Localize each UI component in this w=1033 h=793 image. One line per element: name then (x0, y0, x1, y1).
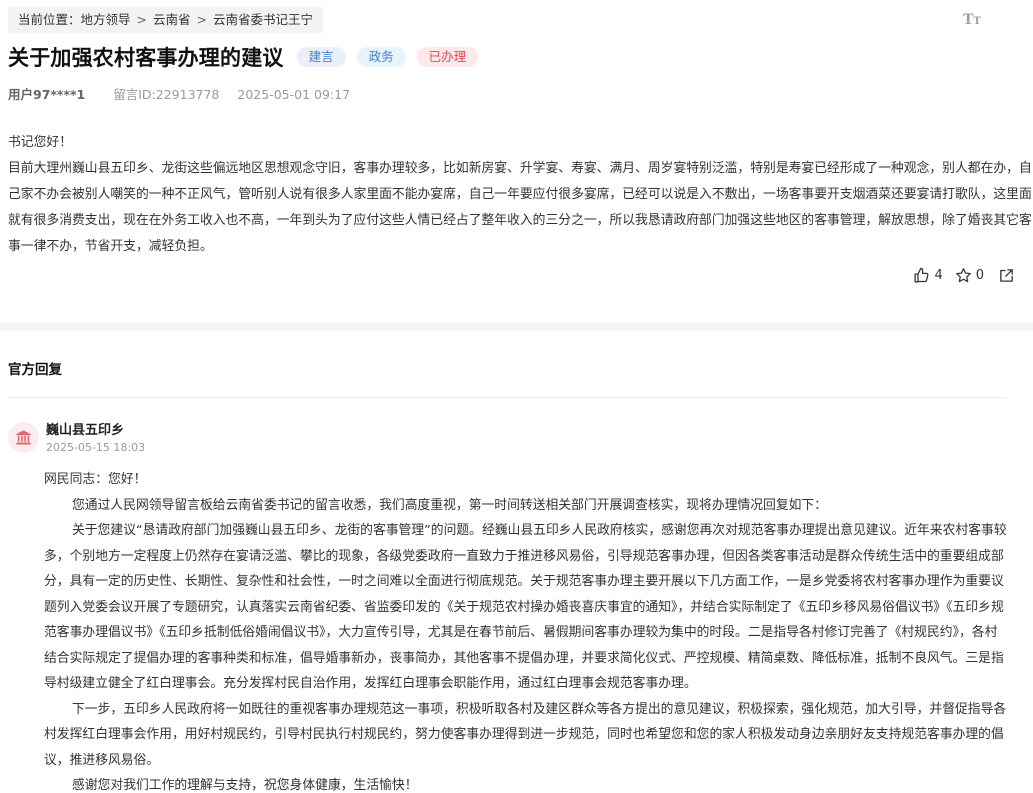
message-meta: 用户97****1 留言ID:22913778 2025-05-01 09:17 (8, 84, 350, 103)
reply-body: 网民同志：您好！ 您通过人民网领导留言板给云南省委书记的留言收悉，我们高度重视，… (44, 467, 1008, 793)
breadcrumb-link-province[interactable]: 云南省 (153, 12, 191, 27)
breadcrumb-prefix: 当前位置： (18, 12, 81, 27)
reply-org-name: 巍山县五印乡 (46, 423, 125, 438)
favorite-button[interactable]: 0 (955, 267, 984, 284)
favorite-count: 0 (975, 268, 984, 283)
message-paragraph: 目前大理州巍山县五印乡、龙街这些偏远地区思想观念守旧，客事办理较多，比如新房宴、… (8, 161, 1032, 254)
tag-field: 政务 (356, 47, 406, 67)
breadcrumb-separator: > (196, 12, 207, 27)
message-actions: 4 0 (901, 267, 1015, 284)
reply-paragraph: 下一步，五印乡人民政府将一如既往的重视客事办理规范这一事项，积极听取各村及建区群… (44, 701, 1007, 768)
message-datetime: 2025-05-01 09:17 (237, 87, 351, 102)
message-id: 留言ID:22913778 (113, 87, 220, 102)
section-divider (0, 323, 1033, 331)
reply-paragraph: 您通过人民网领导留言板给云南省委书记的留言收悉，我们高度重视，第一时间转送相关部… (72, 497, 828, 513)
divider (8, 397, 1006, 398)
like-count: 4 (934, 268, 943, 283)
breadcrumb-link-region[interactable]: 地方领导 (81, 12, 131, 27)
reply-greeting: 网民同志：您好！ (44, 472, 147, 487)
reply-paragraph: 关于您建议“恳请政府部门加强巍山县五印乡、龙街的客事管理”的问题。经巍山县五印乡… (44, 523, 1007, 691)
government-building-icon (16, 430, 31, 445)
reply-heading: 官方回复 (8, 362, 62, 378)
breadcrumb: 当前位置：地方领导 > 云南省 > 云南省委书记王宁 (8, 7, 323, 33)
reply-datetime: 2025-05-15 18:03 (46, 441, 146, 454)
font-size-icon[interactable]: TT (963, 11, 983, 29)
author-name: 用户97****1 (8, 87, 86, 102)
breadcrumb-separator: > (136, 12, 147, 27)
status-badge: 已办理 (416, 47, 479, 67)
title-row: 关于加强农村客事办理的建议 建言 政务 已办理 (8, 41, 479, 73)
breadcrumb-link-leader[interactable]: 云南省委书记王宁 (213, 12, 313, 27)
thumbs-up-icon (914, 267, 929, 283)
tag-category: 建言 (296, 47, 346, 67)
message-body: 书记您好！ 目前大理州巍山县五印乡、龙街这些偏远地区思想观念守旧，客事办理较多，… (8, 130, 1032, 260)
reply-paragraph: 感谢您对我们工作的理解与支持，祝您身体健康，生活愉快！ (72, 778, 418, 793)
like-button[interactable]: 4 (913, 267, 943, 284)
share-button[interactable] (998, 267, 1015, 284)
message-greeting: 书记您好！ (8, 135, 72, 150)
page-title: 关于加强农村客事办理的建议 (8, 46, 284, 70)
star-icon (955, 268, 971, 283)
avatar (8, 422, 39, 453)
share-icon (1000, 269, 1013, 282)
